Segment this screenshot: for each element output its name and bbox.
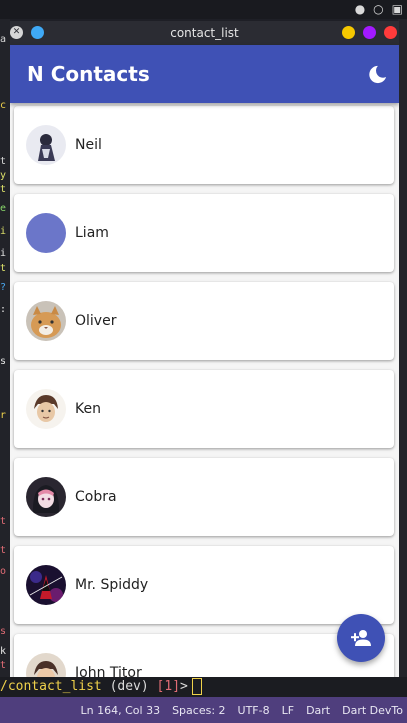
cursor-position[interactable]: Ln 164, Col 33	[81, 704, 161, 717]
avatar	[26, 213, 66, 253]
avatar	[26, 477, 66, 517]
avatar	[26, 389, 66, 429]
line-ending[interactable]: LF	[282, 704, 294, 717]
terminal-job-count: [1]	[156, 679, 181, 694]
contact-name: Oliver	[75, 313, 117, 329]
avatar	[26, 301, 66, 341]
contact-name: Neil	[75, 137, 102, 153]
editor-gutter: a c t y t e i i t ? : s r t t o s k t	[0, 19, 10, 679]
contact-card[interactable]: Mr. Spiddy	[14, 546, 394, 624]
window-menu-icon[interactable]	[31, 26, 44, 39]
contact-name: Liam	[75, 225, 109, 241]
close-window-button[interactable]	[384, 26, 397, 39]
terminal-cursor	[191, 678, 202, 695]
moon-icon[interactable]	[367, 64, 388, 85]
desktop-topbar: ● ○ ▣	[0, 0, 407, 19]
maximize-button[interactable]	[363, 26, 376, 39]
contact-name: Cobra	[75, 489, 117, 505]
minimize-button[interactable]	[342, 26, 355, 39]
language-mode[interactable]: Dart	[306, 704, 330, 717]
avatar	[26, 565, 66, 605]
contact-card[interactable]: Neil	[14, 106, 394, 184]
contact-card[interactable]: Liam	[14, 194, 394, 272]
dart-devtools[interactable]: Dart DevTo	[342, 704, 403, 717]
drop-icon[interactable]: ●	[355, 2, 365, 16]
page-title: N Contacts	[27, 62, 150, 86]
contact-card[interactable]: Ken	[14, 370, 394, 448]
system-tray: ● ○ ▣	[355, 2, 403, 16]
contact-name: Ken	[75, 401, 101, 417]
terminal-path: /contact_list	[0, 679, 102, 694]
terminal-branch: (dev)	[101, 679, 157, 694]
contact-name: John Titor	[75, 665, 142, 677]
app-bar: N Contacts	[10, 45, 399, 103]
avatar	[26, 653, 66, 677]
terminal-prompt[interactable]: /contact_list (dev) [1]>	[0, 677, 407, 697]
editor-scroll-area	[398, 19, 407, 679]
indentation[interactable]: Spaces: 2	[172, 704, 225, 717]
editor-status-bar: Ln 164, Col 33 Spaces: 2 UTF-8 LF Dart D…	[0, 697, 407, 723]
app-window: ✕ contact_list N Contacts Neil Liam Oliv…	[10, 21, 399, 677]
terminal-caret: >	[180, 679, 188, 694]
avatar	[26, 125, 66, 165]
window-title: contact_list	[170, 26, 239, 40]
contact-name: Mr. Spiddy	[75, 577, 149, 593]
person-add-icon	[351, 630, 371, 646]
circle-icon[interactable]: ○	[373, 2, 383, 16]
contact-card[interactable]: Oliver	[14, 282, 394, 360]
file-encoding[interactable]: UTF-8	[238, 704, 270, 717]
contact-card[interactable]: Cobra	[14, 458, 394, 536]
add-contact-button[interactable]	[337, 614, 385, 662]
window-titlebar: ✕ contact_list	[10, 21, 399, 45]
battery-icon[interactable]: ▣	[392, 2, 403, 16]
close-icon[interactable]: ✕	[10, 26, 23, 39]
